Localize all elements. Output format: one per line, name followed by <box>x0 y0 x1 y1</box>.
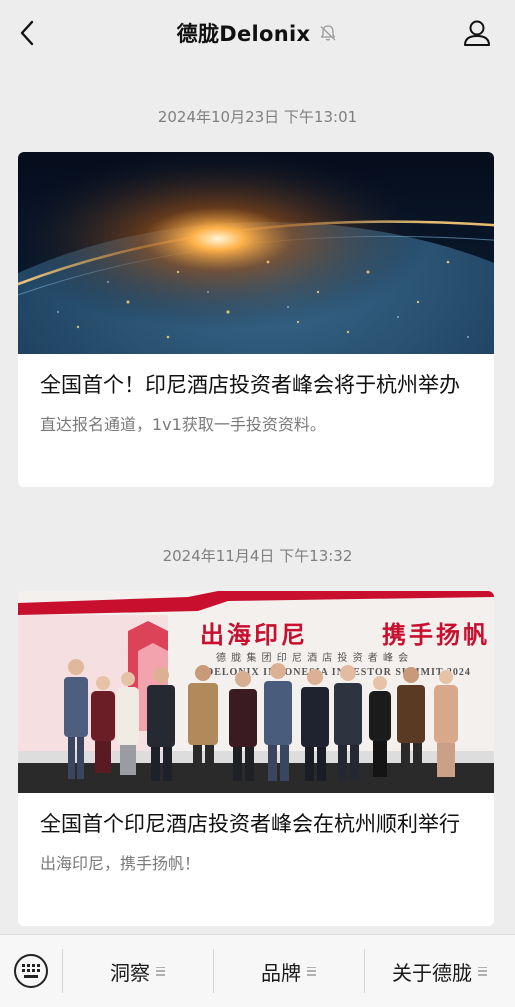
group-photo <box>64 659 458 781</box>
submenu-lines-icon <box>307 966 316 976</box>
message-timestamp: 2024年10月23日 下午13:01 <box>157 108 358 126</box>
back-button[interactable] <box>14 18 40 48</box>
article-title[interactable]: 全国首个印尼酒店投资者峰会在杭州顺利举行 <box>40 809 472 840</box>
menu-item-label: 品牌 <box>261 960 301 985</box>
page-title: 德胧Delonix <box>176 22 311 46</box>
article-cover-image: 出海印尼 携手扬帆 德 胧 集 团 印 尼 酒 店 投 资 者 峰 会 DELO… <box>18 591 494 793</box>
article-summary: 出海印尼，携手扬帆！ <box>40 854 201 873</box>
article-card-body: 全国首个印尼酒店投资者峰会在杭州顺利举行 出海印尼，携手扬帆！ <box>18 793 494 892</box>
menu-item-label: 洞察 <box>110 960 150 985</box>
keyboard-toggle-button[interactable] <box>0 935 62 1007</box>
menu-item-about[interactable]: 关于德胧 <box>364 935 515 1007</box>
message-timestamp: 2024年11月4日 下午13:32 <box>162 547 353 565</box>
menu-item-label: 关于德胧 <box>392 960 472 985</box>
article-cover-image <box>18 152 494 354</box>
menu-item-insight[interactable]: 洞察 <box>62 935 213 1007</box>
keyboard-icon <box>14 954 48 988</box>
submenu-lines-icon <box>156 966 165 976</box>
menu-item-brand[interactable]: 品牌 <box>213 935 364 1007</box>
article-card[interactable]: 出海印尼 携手扬帆 德 胧 集 团 印 尼 酒 店 投 资 者 峰 会 DELO… <box>18 591 494 926</box>
chevron-left-icon <box>20 20 34 46</box>
mute-bell-icon <box>318 23 338 43</box>
title-group: 德胧Delonix <box>177 18 339 48</box>
article-title[interactable]: 全国首个！印尼酒店投资者峰会将于杭州举办 <box>40 370 472 401</box>
article-card[interactable]: 全国首个！印尼酒店投资者峰会将于杭州举办 直达报名通道，1v1获取一手投资资料。 <box>18 152 494 487</box>
submenu-lines-icon <box>478 966 487 976</box>
profile-button[interactable] <box>461 17 493 49</box>
article-summary: 直达报名通道，1v1获取一手投资资料。 <box>40 415 326 434</box>
top-bar: 德胧Delonix <box>0 0 515 66</box>
article-card-body: 全国首个！印尼酒店投资者峰会将于杭州举办 直达报名通道，1v1获取一手投资资料。 <box>18 354 494 453</box>
bottom-menu-bar: 洞察 品牌 关于德胧 <box>0 934 515 1007</box>
person-icon <box>464 20 490 46</box>
